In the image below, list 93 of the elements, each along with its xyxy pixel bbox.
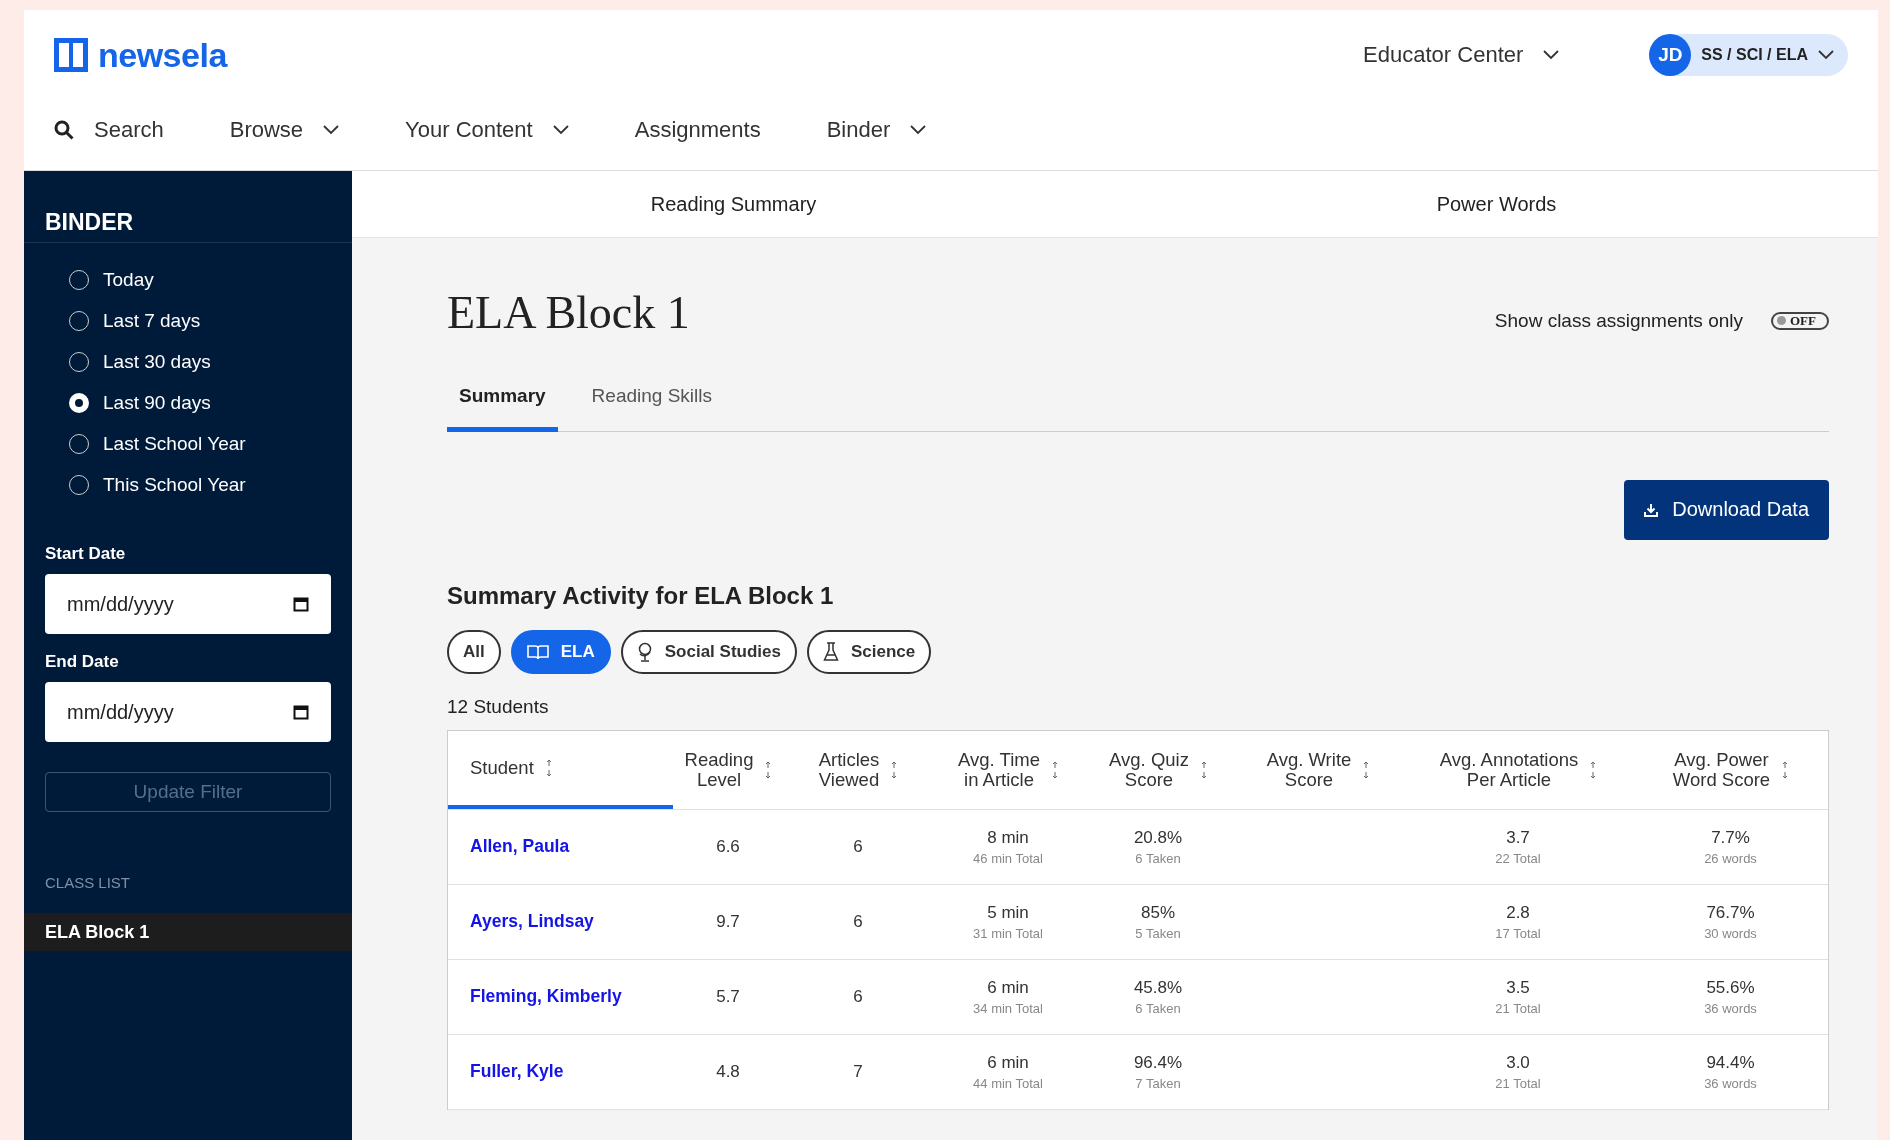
table-cell-text: 94.4% 36 words — [1703, 1052, 1758, 1091]
avatar: JD — [1649, 34, 1692, 76]
section-label: CLASS LIST — [44, 874, 132, 891]
column-header[interactable]: Reading Level — [673, 730, 783, 809]
subject-filter-chip[interactable]: Science — [806, 629, 932, 674]
tab[interactable]: Summary — [447, 375, 558, 432]
student-name-link[interactable]: Fuller, Kyle — [448, 1061, 673, 1082]
table-cell-text: 5.7 — [715, 986, 741, 1007]
table-cell-text: 6 — [852, 911, 864, 932]
page-title: ELA Block 1 — [447, 286, 690, 339]
column-header[interactable]: Articles Viewed — [783, 730, 933, 809]
section-heading: Summary Activity for ELA Block 1 — [447, 581, 835, 610]
sort-icon[interactable] — [765, 760, 772, 779]
educator-center-menu[interactable]: Educator Center — [1363, 42, 1560, 68]
date-range-option[interactable]: Last 7 days — [69, 310, 352, 332]
subject-filter-chip[interactable]: ELA — [510, 629, 611, 674]
nav-link[interactable]: Your Content — [405, 117, 569, 143]
date-field[interactable]: mm/dd/yyyy — [45, 682, 331, 742]
table-cell-text: 4.8 — [715, 1061, 741, 1082]
toggle-switch[interactable]: OFF — [1771, 311, 1829, 330]
chevron-down-icon — [1818, 50, 1834, 60]
table-cell-text: 7 — [852, 1061, 864, 1082]
date-range-option[interactable]: Last School Year — [69, 433, 352, 455]
table-cell-text: 45.8% 6 Taken — [1132, 977, 1184, 1016]
account-menu[interactable]: JD SS / SCI / ELA — [1649, 34, 1848, 76]
column-header[interactable]: Avg. Quiz Score — [1083, 730, 1233, 809]
table-cell-text: 7.7% 26 words — [1703, 827, 1758, 866]
table-cell-text: 6 min 34 min Total — [972, 977, 1044, 1016]
table-cell-text: 5 min 31 min Total — [972, 902, 1044, 941]
column-header[interactable]: Student — [448, 730, 673, 809]
table-cell-text: 2.8 17 Total — [1494, 902, 1542, 941]
table-cell-text: 96.4% 7 Taken — [1132, 1052, 1184, 1091]
globe-icon — [636, 641, 653, 662]
class-list-item[interactable]: ELA Block 1 — [24, 913, 352, 951]
logo-text[interactable]: newsela — [98, 35, 227, 75]
date-range-option[interactable]: Today — [69, 269, 352, 291]
table-cell-text: 9.7 — [715, 911, 741, 932]
date-field[interactable]: mm/dd/yyyy — [45, 574, 331, 634]
toggle-label: Show class assignments only — [1494, 309, 1743, 332]
search-icon — [54, 120, 74, 140]
sort-icon[interactable] — [1363, 760, 1370, 779]
nav-link[interactable]: Assignments — [634, 117, 761, 143]
report-tab[interactable]: Power Words — [1115, 192, 1878, 216]
tab[interactable]: Reading Skills — [579, 375, 724, 432]
table-cell-text: 20.8% 6 Taken — [1132, 827, 1184, 866]
student-name-link[interactable]: Allen, Paula — [448, 836, 673, 857]
column-header[interactable]: Avg. Annotations Per Article — [1403, 730, 1633, 809]
column-header[interactable]: Avg. Time in Article — [933, 730, 1083, 809]
student-count: 12 Students — [447, 695, 550, 718]
date-range-option[interactable]: Last 30 days — [69, 351, 352, 373]
nav-link[interactable]: Binder — [826, 117, 927, 143]
field-label: End Date — [44, 652, 120, 672]
student-name-link[interactable]: Ayers, Lindsay — [448, 911, 673, 932]
column-header[interactable]: Avg. Write Score — [1233, 730, 1403, 809]
student-name-link[interactable]: Fleming, Kimberly — [448, 986, 673, 1007]
table-cell-text: 3.7 22 Total — [1494, 827, 1542, 866]
sort-icon[interactable] — [1590, 760, 1597, 779]
table-cell-text: 6 min 44 min Total — [972, 1052, 1044, 1091]
book-icon — [526, 643, 549, 660]
table-cell-text: 85% 5 Taken — [1134, 902, 1182, 941]
table-cell-text: 76.7% 30 words — [1703, 902, 1758, 941]
sort-icon[interactable] — [1051, 760, 1058, 779]
nav-link[interactable]: Browse — [229, 117, 340, 143]
sort-icon[interactable] — [1200, 760, 1207, 779]
subject-filter-chip[interactable]: Social Studies — [620, 629, 797, 674]
sort-icon[interactable] — [1782, 760, 1789, 779]
table-cell-text: 6.6 — [715, 836, 741, 857]
chevron-down-icon — [1543, 50, 1560, 60]
table-cell-text: 6 — [852, 836, 864, 857]
table-cell-text: 3.5 21 Total — [1494, 977, 1542, 1016]
table-cell-text: 6 — [852, 986, 864, 1007]
subject-filter-chip[interactable]: All — [447, 629, 501, 674]
calendar-icon[interactable] — [293, 596, 309, 612]
flask-icon — [822, 641, 839, 662]
date-range-option[interactable]: This School Year — [69, 474, 352, 496]
account-label: SS / SCI / ELA — [1701, 46, 1808, 64]
sort-icon[interactable] — [545, 758, 552, 777]
calendar-icon[interactable] — [293, 704, 309, 720]
field-label: Start Date — [44, 544, 127, 564]
chevron-down-icon — [910, 125, 927, 135]
chevron-down-icon — [323, 125, 340, 135]
logo-icon — [54, 38, 88, 72]
sort-icon[interactable] — [891, 760, 898, 779]
report-tab[interactable]: Reading Summary — [352, 192, 1115, 216]
download-icon — [1644, 502, 1659, 517]
chevron-down-icon — [552, 125, 569, 135]
table-cell-text: 55.6% 36 words — [1703, 977, 1758, 1016]
table-cell-text: 3.0 21 Total — [1494, 1052, 1542, 1091]
column-header[interactable]: Avg. Power Word Score — [1633, 730, 1828, 809]
table-cell-text: 8 min 46 min Total — [972, 827, 1044, 866]
download-button[interactable]: Download Data — [1624, 479, 1829, 540]
date-range-option[interactable]: Last 90 days — [69, 392, 352, 414]
search-link[interactable]: Search — [54, 117, 164, 143]
